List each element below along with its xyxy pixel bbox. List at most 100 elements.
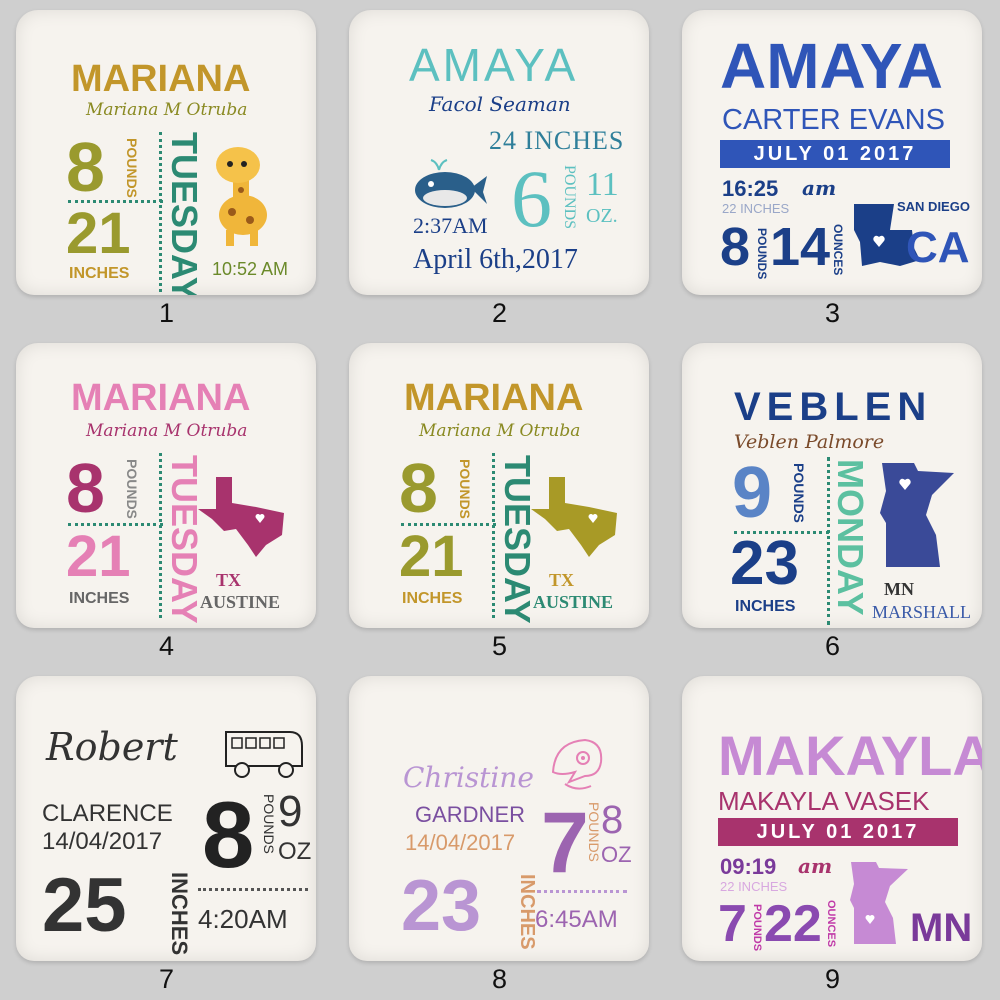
date-bar: JULY 01 2017 (720, 140, 950, 168)
inches-label: 22 INCHES (720, 879, 788, 894)
city-label: AUSTINE (533, 592, 614, 612)
pillow-number: 7 (158, 964, 175, 994)
pillow-5: MARIANA Mariana M Otruba 8 POUNDS 21 INC… (349, 343, 649, 628)
pounds-label: POUNDS (261, 794, 277, 854)
minnesota-icon (880, 463, 954, 567)
ounces-label: OUNCES (831, 224, 845, 276)
date-bar: JULY 01 2017 (718, 818, 958, 846)
bus-icon (225, 731, 303, 778)
inches-label: INCHES (516, 874, 538, 950)
baby-name: AMAYA (409, 39, 579, 91)
ounces-number: 11 (586, 166, 619, 203)
pillow-number: 1 (158, 298, 175, 328)
pounds-label: POUNDS (586, 802, 602, 862)
pillow-3: AMAYA CARTER EVANS JULY 01 2017 16:25 am… (682, 10, 982, 295)
full-name: CARTER EVANS (722, 104, 945, 136)
time-label: 6:45AM (535, 906, 618, 933)
baby-name: MAKAYLA (718, 724, 982, 787)
ounces-number: 9 (278, 787, 303, 836)
full-name: Mariana M Otruba (419, 421, 581, 441)
pounds-label: POUNDS (791, 463, 807, 523)
pounds-label: POUNDS (561, 165, 578, 230)
ounces-label: OZ (601, 842, 632, 867)
full-name: Facol Seaman (429, 92, 571, 116)
weight-number: 8 (66, 128, 105, 206)
inches-label: INCHES (167, 872, 192, 956)
pillow-card-5: MARIANA Mariana M Otruba 8 POUNDS 21 INC… (333, 333, 666, 666)
ampm-label: am (802, 176, 837, 200)
time-label: 2:37AM (413, 213, 488, 238)
middle-name: CLARENCE (42, 800, 173, 827)
full-name: MAKAYLA VASEK (718, 786, 930, 816)
pillow-number: 4 (158, 631, 175, 661)
pillow-number: 2 (491, 298, 508, 328)
inches-label: 22 INCHES (722, 201, 790, 216)
length-number: 25 (42, 863, 127, 948)
middle-name: GARDNER (415, 802, 526, 827)
weight-number: 9 (732, 453, 773, 533)
pillow-number: 6 (824, 631, 841, 661)
pounds-label: POUNDS (124, 138, 140, 198)
pillow-card-7: Robert CLARENCE 14/04/2017 8 POUNDS 9 OZ… (0, 666, 333, 999)
pillow-card-3: AMAYA CARTER EVANS JULY 01 2017 16:25 am… (666, 0, 999, 333)
ounces-label: OZ (278, 838, 312, 865)
weight-number: 8 (202, 782, 255, 887)
pounds-label: POUNDS (457, 459, 473, 519)
length-number: 23 (730, 529, 799, 598)
state-label: CA (906, 223, 970, 272)
time-label: 09:19 (720, 854, 777, 879)
pillow-1: MARIANA Mariana M Otruba 8 POUNDS 21 INC… (16, 10, 316, 295)
inches-label: INCHES (69, 265, 130, 282)
length-number: 23 (401, 866, 482, 946)
pillow-card-8: Christine GARDNER 14/04/2017 7 POUNDS 8 … (333, 666, 666, 999)
pounds-label: POUNDS (751, 904, 763, 952)
weight-number: 8 (66, 449, 105, 527)
full-name: Mariana M Otruba (86, 421, 248, 441)
ounces-number: 22 (764, 895, 822, 953)
length-number: 21 (66, 524, 131, 589)
baby-name: MARIANA (404, 377, 584, 419)
pillow-9: MAKAYLA MAKAYLA VASEK JULY 01 2017 09:19… (682, 676, 982, 961)
pillow-7: Robert CLARENCE 14/04/2017 8 POUNDS 9 OZ… (16, 676, 316, 961)
pillow-8: Christine GARDNER 14/04/2017 7 POUNDS 8 … (349, 676, 649, 961)
time-label: 4:20AM (198, 904, 288, 934)
time-label: 10:52 AM (212, 259, 289, 279)
weight-number: 7 (718, 895, 747, 953)
ampm-label: am (798, 854, 833, 878)
length-label: 24 INCHES (489, 126, 625, 155)
city-label: AUSTINE (200, 592, 281, 612)
city-label: SAN DIEGO (897, 199, 970, 214)
pillow-number: 3 (824, 298, 841, 328)
pillow-card-4: MARIANA Mariana M Otruba 8 POUNDS 21 INC… (0, 333, 333, 666)
pillow-6: VEBLEN Veblen Palmore 9 POUNDS 23 INCHES… (682, 343, 982, 628)
full-name: Mariana M Otruba (86, 100, 248, 120)
baby-name: Robert (46, 725, 178, 769)
pillow-card-1: MARIANA Mariana M Otruba 8 POUNDS 21 INC… (0, 0, 333, 333)
weight-number: 6 (511, 153, 552, 244)
pounds-label: POUNDS (755, 228, 769, 280)
ounces-label: OZ. (586, 205, 618, 227)
state-label: TX (549, 570, 575, 590)
pillow-card-2: AMAYA Facol Seaman 24 INCHES 6 POUNDS 11… (333, 0, 666, 333)
weight-number: 7 (541, 795, 589, 891)
ounces-label: OUNCES (825, 900, 837, 948)
state-label: MN (910, 906, 973, 950)
ounces-number: 8 (601, 798, 624, 842)
date-label: 14/04/2017 (42, 828, 163, 855)
inches-label: INCHES (735, 598, 796, 615)
texas-icon (198, 477, 284, 557)
weight-number: 8 (399, 449, 438, 527)
whale-icon (415, 159, 487, 208)
city-label: MARSHALL (872, 602, 972, 622)
length-number: 21 (66, 201, 131, 266)
ounces-number: 14 (770, 217, 831, 277)
date-label: 14/04/2017 (405, 830, 516, 855)
dolphin-icon (551, 738, 603, 790)
day-label: TUESDAY (164, 132, 205, 295)
weight-number: 8 (720, 217, 751, 277)
baby-name: VEBLEN (734, 385, 933, 429)
texas-icon (531, 477, 617, 557)
inches-label: INCHES (69, 590, 130, 607)
baby-name: MARIANA (71, 377, 251, 419)
day-label: MONDAY (830, 459, 871, 616)
